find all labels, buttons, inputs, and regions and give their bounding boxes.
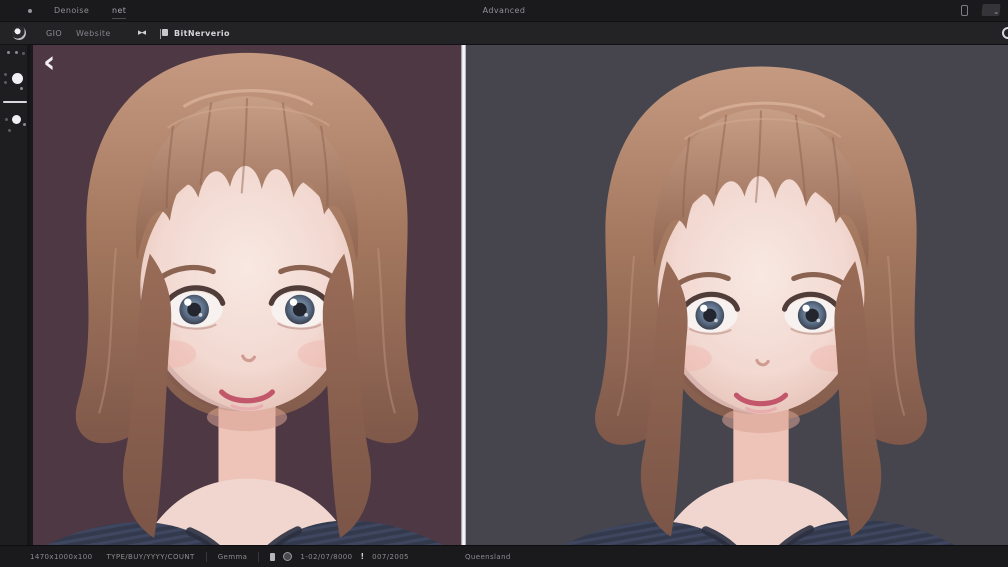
alert-icon: ! xyxy=(361,552,365,561)
sidebar-sphere-tool[interactable] xyxy=(0,69,27,97)
type-label: TYPE/BUY/YYYY/COUNT xyxy=(106,553,194,561)
separator xyxy=(206,552,207,562)
collapse-panels-icon[interactable]: ▸◂ xyxy=(138,27,145,39)
window-control-icon[interactable] xyxy=(981,4,1000,16)
model-label: Gemma xyxy=(218,553,248,561)
site-menu[interactable]: Website xyxy=(76,28,111,40)
viewer-panel-after[interactable] xyxy=(466,45,1008,545)
viewer-panel-before[interactable]: ‹ xyxy=(33,45,461,545)
date-label: 1-02/07/8000 xyxy=(300,553,352,561)
format-menu[interactable]: GIO xyxy=(46,28,62,40)
sidebar-divider xyxy=(3,101,27,103)
comparison-image-right xyxy=(546,51,976,545)
sidebar-dots-tool[interactable] xyxy=(0,49,27,59)
vortex-icon[interactable] xyxy=(12,26,26,40)
account-ring-icon[interactable] xyxy=(1002,27,1008,39)
status-bar: 1470x1000x100 TYPE/BUY/YYYY/COUNT Gemma … xyxy=(0,545,1008,567)
clock-icon[interactable] xyxy=(283,552,292,561)
tool-sidebar xyxy=(0,45,30,545)
window-title: Advanced xyxy=(0,4,1008,18)
right-status-label: Queensland xyxy=(465,553,511,561)
app-window: Denoise net Advanced GIO Website ▸◂ BitN… xyxy=(0,0,1008,567)
build-label: 007/2005 xyxy=(372,553,409,561)
back-button[interactable]: ‹ xyxy=(43,49,69,79)
device-icon[interactable] xyxy=(961,5,968,16)
top-menu-bar: Denoise net Advanced xyxy=(0,0,1008,22)
sidebar-sphere-tool-small[interactable] xyxy=(0,111,27,137)
flag-icon xyxy=(162,29,168,36)
toolbar: GIO Website ▸◂ BitNerverio xyxy=(0,22,1008,45)
comparison-image-left xyxy=(33,45,461,545)
separator xyxy=(258,552,259,562)
reference-menu[interactable]: BitNerverio xyxy=(174,28,230,40)
pin-icon[interactable] xyxy=(270,553,275,561)
resolution-label: 1470x1000x100 xyxy=(30,553,92,561)
